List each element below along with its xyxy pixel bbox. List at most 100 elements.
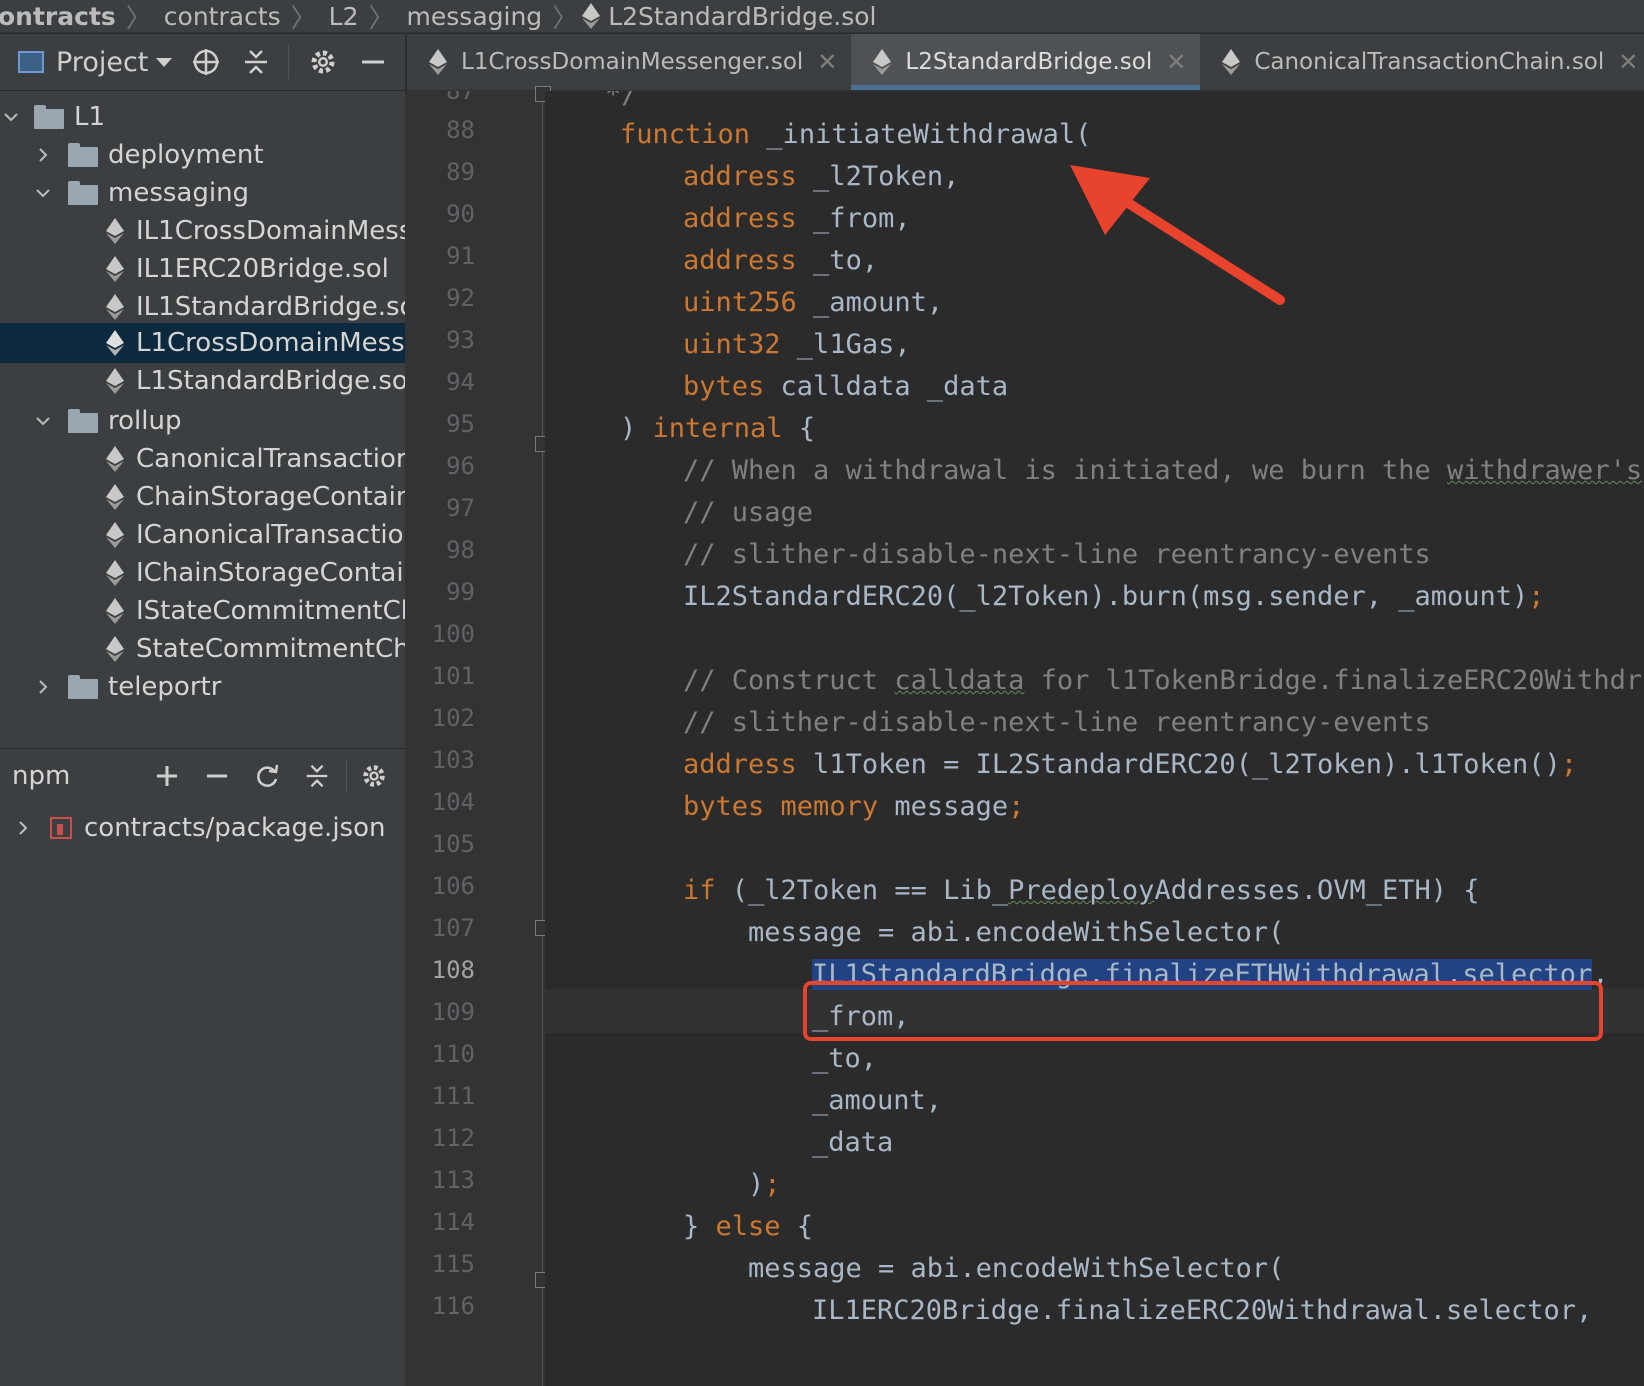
gear-icon[interactable] (359, 761, 389, 791)
breadcrumb-item-ontracts[interactable]: ontracts (0, 2, 122, 31)
code-line-98: // slither-disable-next-line reentrancy-… (683, 539, 1431, 570)
collapse-all-icon[interactable] (240, 46, 272, 78)
solidity-file-icon (106, 330, 124, 356)
npm-package-icon (50, 817, 72, 839)
tab-canonicaltransactionchain[interactable]: CanonicalTransactionChain.sol ✕ (1200, 34, 1644, 90)
fold-guide (542, 91, 543, 1386)
tree-file-selected[interactable]: L1CrossDomainMess (0, 323, 405, 363)
tree-label: L1StandardBridge.sol (136, 366, 405, 396)
line-number: 94 (446, 368, 475, 396)
tab-l1crossdomainmessenger[interactable]: L1CrossDomainMessenger.sol ✕ (407, 34, 851, 90)
tree-label: IL1ERC20Bridge.sol (136, 254, 389, 284)
hide-panel-icon[interactable] (357, 46, 389, 78)
solidity-file-icon (106, 218, 124, 244)
close-icon[interactable]: ✕ (817, 48, 837, 76)
tree-label: IStateCommitmentCh (136, 596, 405, 626)
line-number: 98 (446, 536, 475, 564)
tree-folder-teleportr[interactable]: teleportr (0, 667, 405, 707)
npm-toolbar: npm (0, 748, 405, 803)
breadcrumb: ontracts 〉 contracts 〉 L2 〉 messaging 〉 … (0, 0, 1644, 33)
chevron-down-icon[interactable] (32, 182, 54, 204)
remove-icon[interactable] (202, 761, 232, 791)
npm-title: npm (12, 761, 71, 791)
tree-file[interactable]: StateCommitmentCha (0, 629, 405, 669)
tree-label: deployment (108, 140, 264, 170)
tree-folder-rollup[interactable]: rollup (0, 401, 405, 441)
breadcrumb-separator: 〉 (368, 3, 395, 33)
breadcrumb-separator: 〉 (290, 3, 317, 33)
gear-icon[interactable] (307, 46, 339, 78)
npm-package-label: contracts/package.json (84, 813, 386, 843)
tree-file[interactable]: IL1CrossDomainMess (0, 211, 405, 251)
chevron-right-icon[interactable] (12, 817, 34, 839)
breadcrumb-item-l2[interactable]: L2 (321, 2, 365, 31)
tree-label: messaging (108, 178, 250, 208)
locate-file-icon[interactable] (190, 46, 222, 78)
code-line-113: ); (748, 1169, 781, 1200)
breadcrumb-item-file[interactable]: L2StandardBridge.sol (600, 2, 882, 31)
tree-label: IChainStorageContair (136, 558, 405, 588)
tree-file[interactable]: L1StandardBridge.sol (0, 361, 405, 401)
add-icon[interactable] (152, 761, 182, 791)
folder-icon (68, 143, 98, 167)
project-view-icon (18, 51, 44, 73)
collapse-all-icon[interactable] (302, 761, 332, 791)
code-line-103: address l1Token = IL2StandardERC20(_l2To… (683, 749, 1578, 780)
breadcrumb-separator: 〉 (552, 3, 579, 33)
tree-folder-messaging[interactable]: messaging (0, 173, 405, 213)
tree-file[interactable]: IL1ERC20Bridge.sol (0, 249, 405, 289)
tree-folder-deployment[interactable]: deployment (0, 135, 405, 175)
tree-label: L1 (74, 102, 106, 132)
line-number: 106 (431, 872, 475, 900)
solidity-file-icon (106, 368, 124, 394)
toolbar-divider (288, 45, 290, 79)
chevron-down-icon[interactable] (0, 106, 22, 128)
line-number: 115 (431, 1250, 475, 1278)
tab-l2standardbridge[interactable]: L2StandardBridge.sol ✕ (851, 34, 1201, 90)
tree-label: IL1StandardBridge.so (136, 292, 405, 322)
tree-file[interactable]: IChainStorageContair (0, 553, 405, 593)
project-tree: L1 deployment messaging IL1CrossDomainMe… (0, 91, 405, 1386)
tree-file[interactable]: ChainStorageContain (0, 477, 405, 517)
code-line-112: _data (812, 1127, 894, 1158)
tree-file[interactable]: ICanonicalTransactio (0, 515, 405, 555)
solidity-file-icon (106, 484, 124, 510)
code-line-99: IL2StandardERC20(_l2Token).burn(msg.send… (683, 581, 1545, 612)
line-number: 103 (431, 746, 475, 774)
chevron-down-icon[interactable] (32, 410, 54, 432)
close-icon[interactable]: ✕ (1618, 48, 1638, 76)
line-number: 111 (431, 1082, 475, 1110)
npm-package-row[interactable]: contracts/package.json (0, 808, 405, 848)
annotation-highlight-box (803, 981, 1603, 1041)
line-number: 99 (446, 578, 475, 606)
project-view-label[interactable]: Project (56, 47, 148, 78)
folder-icon (34, 105, 64, 129)
tab-label: L2StandardBridge.sol (905, 49, 1153, 75)
tree-folder-l1[interactable]: L1 (0, 97, 405, 137)
tree-label: ChainStorageContain (136, 482, 405, 512)
chevron-right-icon[interactable] (32, 676, 54, 698)
chevron-down-icon[interactable] (156, 57, 173, 67)
solidity-file-icon (106, 446, 124, 472)
solidity-file-icon (873, 49, 892, 75)
annotation-arrow-icon (1070, 165, 1285, 305)
code-line-107: message = abi.encodeWithSelector( (748, 917, 1285, 948)
code-line-88: function _initiateWithdrawal( (620, 119, 1092, 150)
tab-label: CanonicalTransactionChain.sol (1254, 49, 1605, 75)
line-number: 105 (431, 830, 475, 858)
code-line-89: address _l2Token, (683, 161, 960, 192)
project-toolbar: Project (0, 34, 405, 91)
chevron-right-icon[interactable] (32, 144, 54, 166)
tree-file[interactable]: IL1StandardBridge.so (0, 287, 405, 327)
breadcrumb-item-contracts[interactable]: contracts (156, 2, 287, 31)
close-icon[interactable]: ✕ (1166, 48, 1186, 76)
code-line-111: _amount, (812, 1085, 943, 1116)
tree-file[interactable]: IStateCommitmentCh (0, 591, 405, 631)
breadcrumb-item-messaging[interactable]: messaging (399, 2, 549, 31)
code-line-116: IL1ERC20Bridge.finalizeERC20Withdrawal.s… (812, 1295, 1593, 1326)
folder-icon (68, 409, 98, 433)
tree-file[interactable]: CanonicalTransactior (0, 439, 405, 479)
refresh-icon[interactable] (252, 761, 282, 791)
code-line-90: address _from, (683, 203, 911, 234)
code-line-114: } else { (683, 1211, 814, 1242)
